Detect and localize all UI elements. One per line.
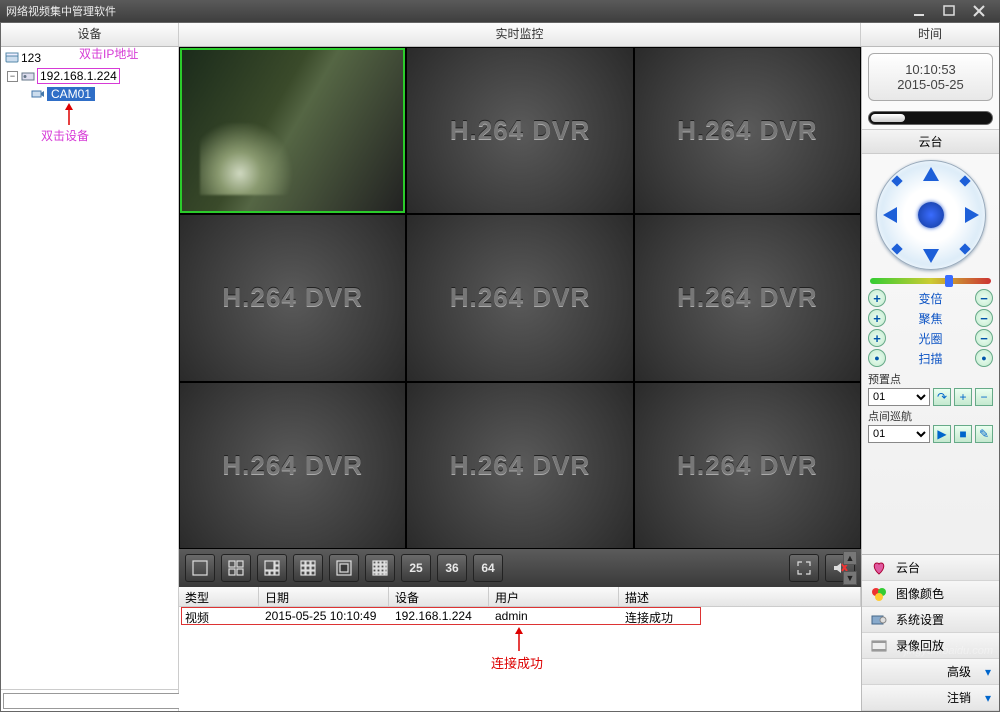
cruise-edit[interactable]: ✎ [975,425,993,443]
ptz-center[interactable] [918,202,944,228]
ptz-section-title: 云台 [862,129,999,154]
ptz-left[interactable] [883,207,897,223]
cruise-play[interactable]: ▶ [933,425,951,443]
ptz-downright[interactable] [959,243,970,254]
clock-box: 10:10:53 2015-05-25 [868,53,993,101]
video-area: H.264 DVR H.264 DVR H.264 DVR H.264 DVR … [179,47,861,711]
layout-36[interactable]: 36 [437,554,467,582]
annotation-dblclick-device: 双击设备 [41,127,89,144]
preset-add[interactable]: + [954,388,972,406]
arrow-icon [63,103,75,127]
tree-cam-node[interactable]: CAM01 [5,85,174,103]
cruise-stop[interactable]: ■ [954,425,972,443]
menu-color[interactable]: 图像颜色 [862,581,999,607]
video-cell-1[interactable] [180,48,405,213]
app-title: 网络视频集中管理软件 [6,3,116,19]
ptz-joystick [876,160,986,270]
video-cell-6[interactable]: H.264 DVR [635,215,860,380]
minimize-button[interactable] [904,3,934,19]
palette-icon [870,585,888,603]
video-cell-8[interactable]: H.264 DVR [407,383,632,548]
live-feed [182,50,403,211]
sidebar-search-bar [1,689,178,711]
fullscreen-button[interactable] [789,554,819,582]
focus-in[interactable]: + [868,309,886,327]
tab-time[interactable]: 时间 [861,23,999,46]
annotation-row-box [181,607,701,625]
gear-icon [870,611,888,629]
chevron-down-icon: ▾ [985,665,991,679]
disk-icon [5,52,19,64]
toolbar-scroll-up[interactable]: ▲ [843,551,857,565]
search-input[interactable] [3,693,182,709]
preset-goto[interactable]: ↷ [933,388,951,406]
layout-9[interactable] [293,554,323,582]
preset-label: 预置点 [862,370,999,387]
video-cell-7[interactable]: H.264 DVR [180,383,405,548]
video-cell-3[interactable]: H.264 DVR [635,48,860,213]
right-panel: 10:10:53 2015-05-25 云台 [861,47,999,711]
menu-system[interactable]: 系统设置 [862,607,999,633]
video-cell-5[interactable]: H.264 DVR [407,215,632,380]
preset-select[interactable]: 01 [868,388,930,406]
layout-64[interactable]: 64 [473,554,503,582]
zoom-out[interactable]: − [975,289,993,307]
menu-ptz[interactable]: 云台 [862,555,999,581]
layout-4[interactable] [221,554,251,582]
video-cell-4[interactable]: H.264 DVR [180,215,405,380]
layout-toolbar: 25 36 64 ▲ ▼ [179,549,861,587]
device-icon [21,70,35,82]
layout-1[interactable] [185,554,215,582]
ptz-downleft[interactable] [891,243,902,254]
focus-out[interactable]: − [975,309,993,327]
ptz-down[interactable] [923,249,939,263]
device-tree[interactable]: 双击IP地址 123 − 192.168.1.224 CAM01 [1,47,178,689]
video-grid: H.264 DVR H.264 DVR H.264 DVR H.264 DVR … [179,47,861,549]
cruise-select[interactable]: 01 [868,425,930,443]
cruise-label: 点间巡航 [862,407,999,424]
tab-realtime-monitor[interactable]: 实时监控 [179,23,861,46]
maximize-button[interactable] [934,3,964,19]
layout-25[interactable]: 25 [401,554,431,582]
tree-ip-node[interactable]: − 192.168.1.224 [5,67,174,85]
layout-6[interactable] [257,554,287,582]
ptz-upleft[interactable] [891,175,902,186]
scan-dot2[interactable]: ● [975,349,993,367]
annotation-connect-ok: 连接成功 [491,653,543,672]
log-panel: 类型 日期 设备 用户 描述 视频 2015-05-25 10:10:49 19… [179,587,861,711]
menu-advanced[interactable]: 高级▾ [862,659,999,685]
scan-dot[interactable]: ● [868,349,886,367]
titlebar: 网络视频集中管理软件 [0,0,1000,22]
film-icon [870,637,888,655]
device-sidebar: 双击IP地址 123 − 192.168.1.224 CAM01 [1,47,179,711]
layout-16[interactable] [365,554,395,582]
iris-close[interactable]: − [975,329,993,347]
ptz-up[interactable] [923,167,939,181]
right-menu: 云台 图像颜色 系统设置 录像回放 高级▾ 注销▾ [862,554,999,711]
ptz-right[interactable] [965,207,979,223]
video-cell-2[interactable]: H.264 DVR [407,48,632,213]
tree-expander[interactable]: − [7,71,18,82]
heart-icon [870,559,888,577]
tab-device[interactable]: 设备 [1,23,179,46]
video-cell-9[interactable]: H.264 DVR [635,383,860,548]
zoom-in[interactable]: + [868,289,886,307]
iris-open[interactable]: + [868,329,886,347]
ptz-speed-slider[interactable] [870,278,991,284]
ptz-upright[interactable] [959,175,970,186]
progress-bar [868,111,993,125]
close-button[interactable] [964,3,994,19]
layout-13[interactable] [329,554,359,582]
menu-playback[interactable]: 录像回放 [862,633,999,659]
toolbar-scroll-down[interactable]: ▼ [843,571,857,585]
top-tabs: 设备 实时监控 时间 [1,23,999,47]
camera-icon [31,88,45,100]
menu-logout[interactable]: 注销▾ [862,685,999,711]
annotation-dblclick-ip: 双击IP地址 [79,47,138,62]
chevron-down-icon: ▾ [985,691,991,705]
preset-del[interactable]: − [975,388,993,406]
arrow-icon [513,627,525,653]
log-header: 类型 日期 设备 用户 描述 [179,587,861,607]
